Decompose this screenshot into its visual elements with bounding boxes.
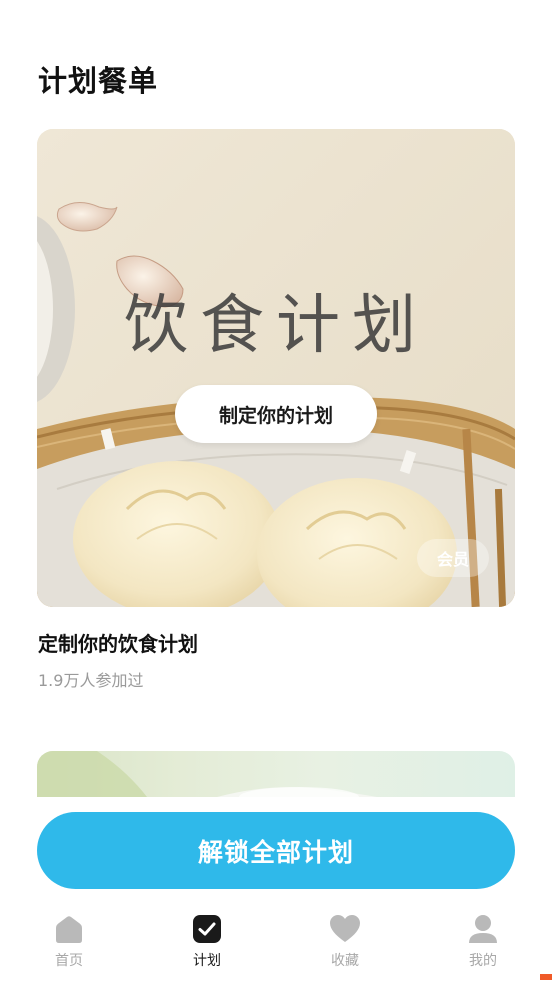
unlock-all-plans-button[interactable]: 解锁全部计划 [37, 812, 515, 889]
food-photo-2 [37, 751, 377, 797]
tab-home-label: 首页 [55, 953, 83, 969]
tab-plan-label: 计划 [193, 953, 221, 969]
heart-icon [328, 912, 362, 946]
user-icon [466, 912, 500, 946]
member-badge: 会员 [417, 539, 489, 577]
bottom-tab-bar: 首页 计划 收藏 我的 [0, 912, 552, 981]
plan-card-title[interactable]: 定制你的饮食计划 [38, 628, 198, 657]
home-icon [52, 912, 86, 946]
tab-favorites[interactable]: 收藏 [300, 912, 390, 978]
food-photo [37, 129, 515, 607]
make-plan-button[interactable]: 制定你的计划 [175, 385, 377, 443]
tab-home[interactable]: 首页 [24, 912, 114, 978]
plan-card-2-image[interactable] [37, 751, 515, 797]
corner-indicator [540, 974, 552, 980]
checkbox-icon [190, 912, 224, 946]
tab-mine-label: 我的 [469, 953, 497, 969]
hero-text: 饮食计划 [124, 289, 428, 363]
tab-mine[interactable]: 我的 [438, 912, 528, 978]
page-title: 计划餐单 [38, 64, 159, 98]
plan-card-participants: 1.9万人参加过 [38, 671, 144, 690]
tab-favorites-label: 收藏 [331, 953, 359, 969]
tab-plan[interactable]: 计划 [162, 912, 252, 978]
plan-card-image[interactable]: 饮食计划 制定你的计划 会员 [37, 129, 515, 607]
